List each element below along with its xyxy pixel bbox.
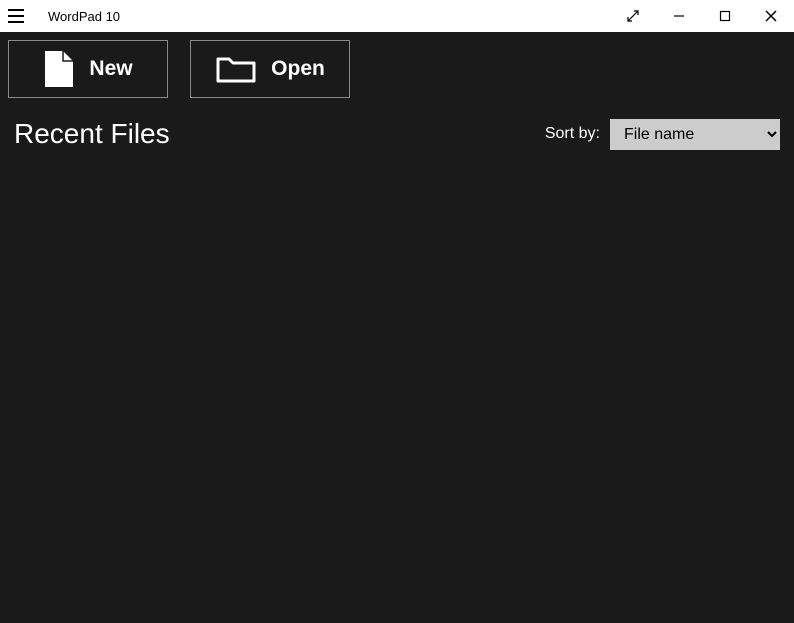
sort-group: Sort by: File name — [545, 119, 780, 150]
toolbar: New Open — [0, 32, 794, 106]
app-title: WordPad 10 — [48, 9, 610, 24]
new-file-icon — [43, 49, 75, 89]
sort-label: Sort by: — [545, 125, 600, 143]
window-controls — [610, 0, 794, 32]
titlebar: WordPad 10 — [0, 0, 794, 32]
maximize-icon — [719, 10, 731, 22]
open-button[interactable]: Open — [190, 40, 350, 98]
close-icon — [765, 10, 777, 22]
minimize-icon — [673, 10, 685, 22]
expand-icon — [626, 9, 640, 23]
new-button[interactable]: New — [8, 40, 168, 98]
folder-icon — [215, 53, 257, 85]
sort-select[interactable]: File name — [610, 119, 780, 150]
minimize-button[interactable] — [656, 0, 702, 32]
new-button-label: New — [89, 57, 132, 81]
maximize-button[interactable] — [702, 0, 748, 32]
recent-header: Recent Files Sort by: File name — [14, 118, 780, 150]
hamburger-menu-button[interactable] — [8, 6, 28, 26]
recent-files-heading: Recent Files — [14, 118, 170, 150]
close-button[interactable] — [748, 0, 794, 32]
open-button-label: Open — [271, 57, 325, 81]
expand-button[interactable] — [610, 0, 656, 32]
content-area: Recent Files Sort by: File name — [0, 106, 794, 162]
